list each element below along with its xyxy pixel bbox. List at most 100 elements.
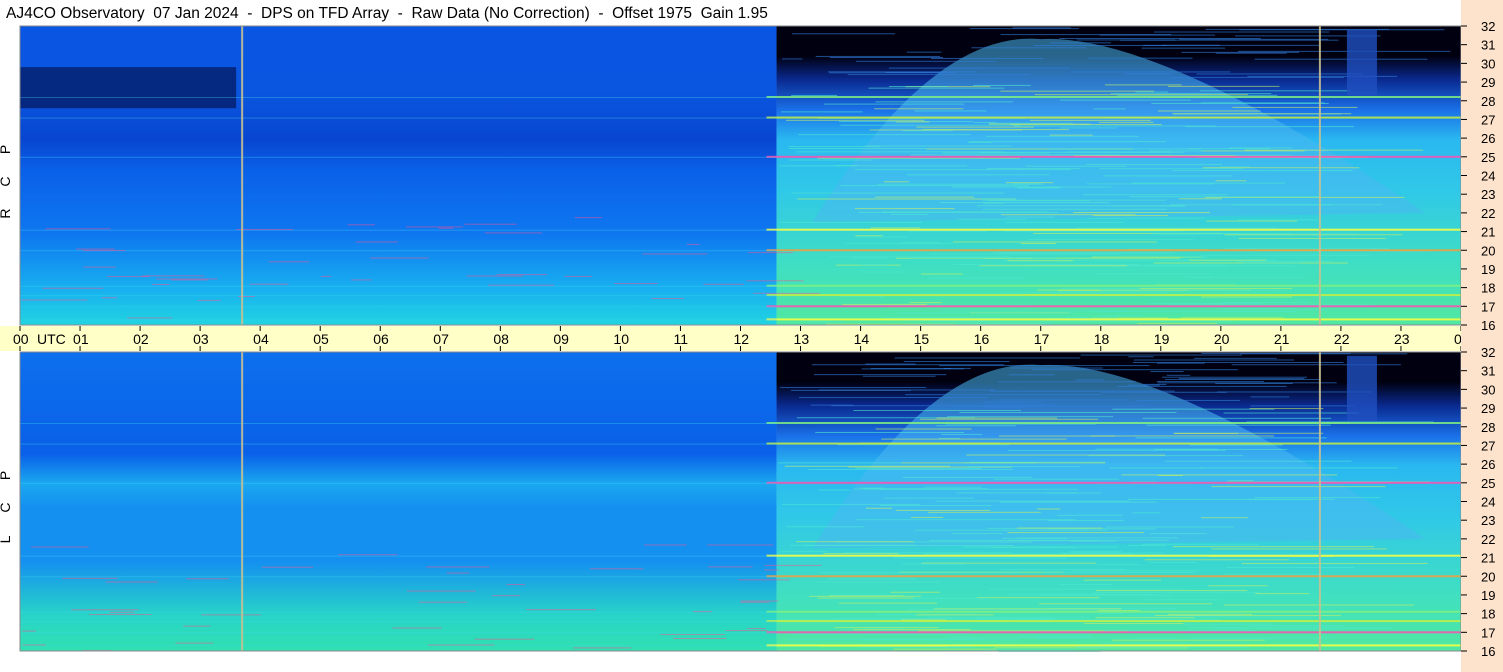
noise-streak	[907, 230, 987, 232]
noise-streak	[830, 594, 902, 596]
x-tick-label: 07	[433, 331, 449, 347]
day-streak	[474, 638, 535, 640]
x-tick-label: 13	[794, 331, 810, 347]
day-streak	[238, 296, 255, 298]
noise-streak	[1031, 369, 1238, 371]
noise-streak	[1193, 357, 1277, 359]
noise-streak	[883, 181, 910, 183]
noise-streak	[895, 509, 991, 511]
noise-streak	[986, 168, 1080, 170]
noise-streak	[1189, 259, 1266, 261]
noise-streak	[1135, 91, 1169, 93]
day-streak	[747, 628, 766, 630]
day-streak	[71, 609, 139, 611]
noise-streak	[989, 390, 1175, 392]
x-tick-label: 19	[1154, 331, 1170, 347]
y-tick-label: 29	[1481, 75, 1495, 90]
noise-streak	[1049, 134, 1093, 136]
noise-streak	[888, 67, 1070, 69]
noise-streak	[1136, 399, 1241, 401]
noise-streak	[1000, 569, 1127, 571]
noise-streak	[827, 71, 977, 73]
day-streak	[764, 564, 822, 566]
noise-streak	[1131, 182, 1285, 184]
lcp-panel	[19, 351, 1462, 652]
x-tick-label: 15	[914, 331, 930, 347]
noise-streak	[860, 264, 889, 266]
x-tick-label: 00	[13, 331, 29, 347]
y-tick-label: 21	[1481, 225, 1495, 240]
y-tick-label: 26	[1481, 131, 1495, 146]
noise-streak	[1168, 85, 1280, 87]
day-streak	[21, 299, 88, 301]
noise-streak	[894, 357, 1080, 359]
day-streak	[725, 630, 768, 632]
noise-streak	[1105, 526, 1235, 528]
noise-streak	[809, 595, 921, 597]
noise-streak	[984, 406, 1027, 408]
noise-streak	[1099, 34, 1215, 36]
day-streak	[564, 275, 593, 277]
noise-streak	[1200, 150, 1305, 152]
y-tick-label: 30	[1481, 382, 1495, 397]
noise-streak	[1129, 196, 1320, 198]
day-streak	[464, 223, 517, 225]
noise-streak	[1151, 102, 1329, 104]
noise-streak	[953, 264, 1139, 266]
noise-streak	[850, 257, 888, 259]
noise-streak	[1020, 243, 1056, 245]
day-streak	[746, 280, 804, 282]
noise-streak	[842, 552, 1011, 554]
noise-streak	[1141, 543, 1259, 545]
noise-streak	[978, 151, 1185, 153]
y-tick-label: 28	[1481, 420, 1495, 435]
noise-streak	[997, 399, 1129, 401]
noise-streak	[984, 401, 1043, 403]
noise-streak	[1238, 237, 1386, 239]
polarization-letter: P	[0, 471, 13, 480]
noise-streak	[815, 55, 941, 57]
noise-streak	[914, 110, 987, 112]
day-streak	[171, 279, 208, 281]
day-streak	[438, 227, 454, 229]
noise-streak	[907, 174, 1050, 176]
noise-streak	[973, 121, 997, 123]
noise-streak	[1041, 571, 1196, 573]
noise-streak	[785, 526, 865, 528]
noise-streak	[976, 205, 1186, 207]
noise-streak	[935, 500, 1130, 502]
day-streak	[392, 627, 442, 629]
noise-streak	[930, 253, 1122, 255]
noise-streak	[782, 503, 920, 505]
day-streak	[405, 226, 463, 228]
noise-streak	[1241, 562, 1428, 564]
noise-streak	[1142, 599, 1218, 601]
noise-streak	[1208, 585, 1268, 587]
noise-streak	[1188, 626, 1243, 628]
noise-streak	[966, 466, 1081, 468]
noise-streak	[804, 545, 1014, 547]
noise-streak	[1156, 233, 1359, 235]
noise-streak	[1095, 617, 1195, 619]
day-streak	[183, 625, 211, 627]
noise-streak	[1098, 612, 1123, 614]
noise-streak	[1211, 548, 1387, 550]
noise-streak	[959, 411, 1177, 413]
noise-streak	[1149, 561, 1197, 563]
noise-streak	[1228, 147, 1293, 149]
interference-band	[766, 228, 1461, 231]
noise-streak	[1236, 321, 1281, 323]
noise-streak	[1164, 378, 1321, 380]
noise-streak	[1080, 354, 1243, 356]
noise-streak	[817, 597, 914, 599]
interference-band	[766, 575, 1461, 578]
noise-streak	[870, 368, 952, 370]
noise-streak	[1097, 563, 1139, 565]
noise-streak	[1025, 165, 1127, 167]
interference-band	[766, 554, 1461, 557]
noise-streak	[1236, 260, 1332, 262]
noise-streak	[966, 454, 1166, 456]
noise-streak	[893, 557, 1067, 559]
noise-streak	[1224, 234, 1403, 236]
interference-band	[766, 318, 1461, 321]
